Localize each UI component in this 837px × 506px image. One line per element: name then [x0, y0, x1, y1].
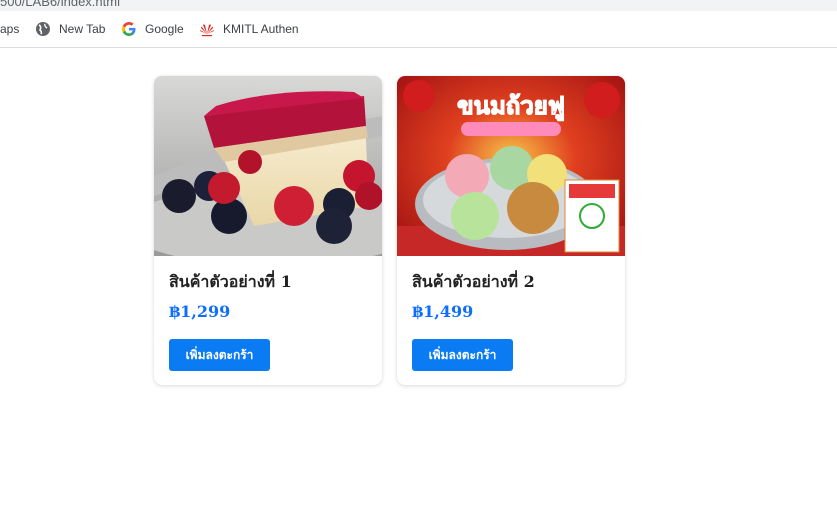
product-name: สินค้าตัวอย่างที่ 2 — [412, 272, 535, 291]
bookmark-label: New Tab — [59, 22, 106, 36]
huawei-icon — [200, 24, 214, 37]
cheesecake-berries-image — [154, 76, 382, 256]
bookmark-label: aps — [0, 22, 20, 36]
bookmark-new-tab[interactable]: New Tab — [35, 11, 105, 47]
svg-text:ขนมถ้วยฟู: ขนมถ้วยฟู — [457, 92, 565, 121]
globe-icon — [36, 22, 50, 36]
product-card: สินค้าตัวอย่างที่ 1 ฿1,299 เพิ่มลงตะกร้า — [154, 76, 382, 385]
bookmarks-bar: aps New Tab Google KMITL Authen — [0, 11, 837, 48]
address-bar[interactable]: 500/LAB6/index.html — [0, 0, 837, 11]
bookmark-label: KMITL Authen — [223, 22, 299, 36]
add-to-cart-button[interactable]: เพิ่มลงตะกร้า — [169, 339, 270, 371]
google-icon — [122, 22, 136, 36]
bookmark-kmitl-authen[interactable]: KMITL Authen — [199, 11, 299, 47]
address-text: 500/LAB6/index.html — [0, 0, 120, 9]
add-to-cart-button[interactable]: เพิ่มลงตะกร้า — [412, 339, 513, 371]
product-price: ฿1,299 — [169, 302, 231, 321]
product-name: สินค้าตัวอย่างที่ 1 — [169, 272, 292, 291]
khanom-thuai-fu-image: ขนมถ้วยฟู — [397, 76, 625, 256]
bookmark-apps[interactable]: aps — [0, 11, 19, 47]
product-price: ฿1,499 — [412, 302, 474, 321]
product-card: ขนมถ้วยฟู สินค้าตัวอย่างที่ 2 ฿1,499 เพิ… — [397, 76, 625, 385]
bookmark-google[interactable]: Google — [121, 11, 184, 47]
bookmark-label: Google — [145, 22, 184, 36]
